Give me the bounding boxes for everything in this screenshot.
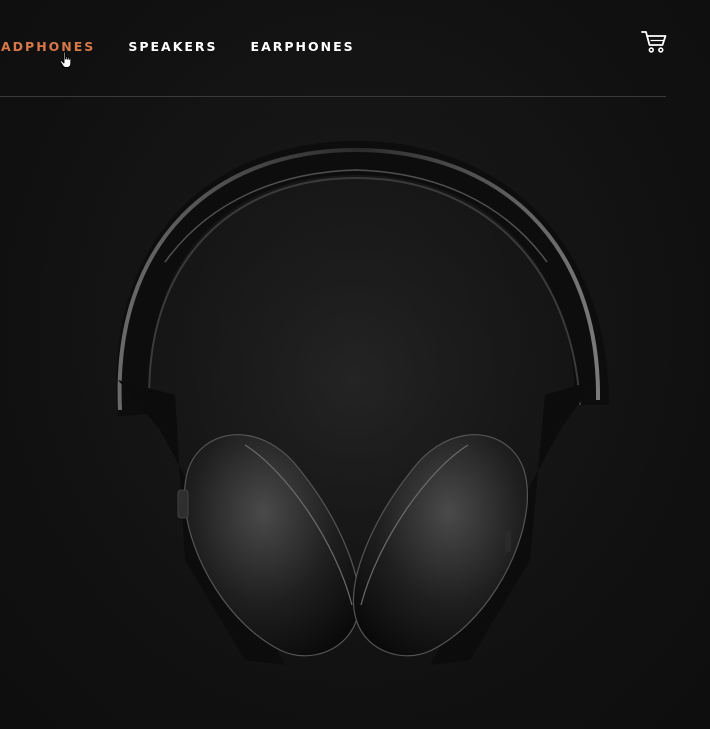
hand-pointer-icon [59,51,72,68]
main-nav: HEADPHONES SPEAKERS EARPHONES [0,39,355,54]
top-navigation-bar: HEADPHONES SPEAKERS EARPHONES [0,0,667,97]
nav-link-speakers[interactable]: SPEAKERS [128,39,217,54]
headphones-image [65,97,645,670]
page: HEADPHONES SPEAKERS EARPHONES [0,0,710,729]
nav-link-earphones[interactable]: EARPHONES [251,39,355,54]
nav-link-headphones[interactable]: HEADPHONES [0,39,95,54]
cart-icon[interactable] [641,30,667,54]
hero-section [0,97,710,729]
